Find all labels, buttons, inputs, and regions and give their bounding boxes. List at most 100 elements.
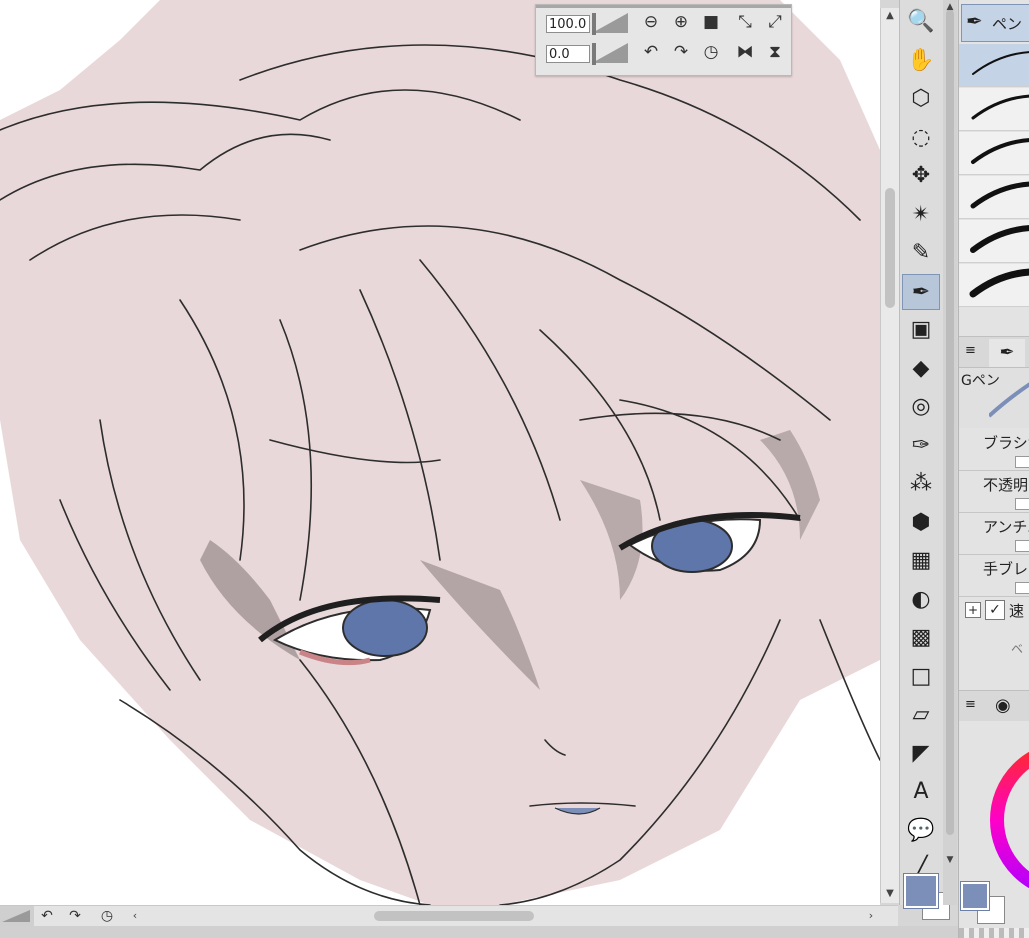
- transparent-color-bar[interactable]: [959, 928, 1029, 938]
- zoom-slider-knob[interactable]: [592, 13, 596, 35]
- brush-preset-row[interactable]: [959, 264, 1029, 307]
- rotate-right-button[interactable]: ↷: [670, 41, 692, 63]
- eyedropper-tool-button[interactable]: ✎: [902, 235, 940, 271]
- tool-palette: 🔍 ✋ ⬡ ◌ ✥ ✴ ✎ ✒ ▣ ◆ ◎ ✑ ⁂ ⬢ ▦ ◐ ▩ □ ▱ ◤ A 💬 ╱: [899, 0, 950, 920]
- color-wheel[interactable]: [989, 740, 1029, 900]
- zoom-tool-icon: 🔍: [907, 9, 935, 34]
- canvas-horizontal-scroll-thumb[interactable]: [374, 911, 534, 921]
- decoration-tool-icon: ⬢: [911, 509, 931, 535]
- balloon-tool-icon: 💬: [907, 817, 935, 843]
- property-divider: [959, 512, 1029, 513]
- pen-tool-icon: ✒: [911, 279, 931, 305]
- drawing-canvas[interactable]: [0, 0, 880, 905]
- rotation-slider-knob[interactable]: [592, 43, 596, 65]
- zoom-in-button[interactable]: ⊕: [670, 11, 692, 33]
- expand-toggle-icon[interactable]: +: [965, 602, 981, 618]
- property-slider[interactable]: [1015, 582, 1029, 594]
- navigator-grip[interactable]: [536, 5, 791, 8]
- scroll-left-arrow-icon[interactable]: ‹: [128, 907, 142, 925]
- property-divider: [959, 554, 1029, 555]
- fit-button[interactable]: ■: [700, 11, 722, 33]
- zoom-tool-button[interactable]: 🔍: [902, 4, 940, 40]
- color-wheel-tab-icon[interactable]: ◉: [995, 695, 1011, 716]
- figure-ruler-tool-button[interactable]: ▦: [902, 543, 940, 579]
- zoom-slider[interactable]: [592, 13, 628, 35]
- undo-icon[interactable]: ↶: [36, 906, 58, 926]
- eraser-tool-button[interactable]: ◆: [902, 351, 940, 387]
- rotation-value-field[interactable]: 0.0: [546, 45, 590, 63]
- brush-preset-row[interactable]: [959, 220, 1029, 263]
- figure-tool-icon: □: [910, 663, 932, 689]
- tool-scroll-down-icon[interactable]: ▼: [943, 855, 957, 865]
- frame-tool-button[interactable]: ▱: [902, 697, 940, 733]
- property-slider[interactable]: [1015, 498, 1029, 510]
- pen-tool-button[interactable]: ✒: [902, 273, 940, 310]
- scroll-right-arrow-icon[interactable]: ›: [864, 907, 878, 925]
- color-panel-menu-icon[interactable]: ≡: [965, 697, 976, 712]
- text-tool-button[interactable]: A: [902, 774, 940, 810]
- rotate-left-button[interactable]: ↶: [640, 41, 662, 63]
- navigator-corner[interactable]: [0, 906, 34, 926]
- ruler-tool-button[interactable]: ◤: [902, 736, 940, 772]
- main-color-swatch[interactable]: [904, 874, 938, 908]
- sub-tool-group-tab[interactable]: ✒ ペン: [961, 4, 1029, 42]
- eraser-tool-icon: ◆: [912, 355, 930, 381]
- property-slider[interactable]: [1015, 456, 1029, 468]
- gradient-tool-button[interactable]: ▩: [902, 620, 940, 656]
- canvas-bottom-bar: ↶ ↷ ◷ ‹ ›: [0, 905, 898, 926]
- figure-tool-button[interactable]: □: [902, 659, 940, 695]
- canvas-vertical-scroll-thumb[interactable]: [885, 188, 895, 308]
- object-tool-icon: ⬡: [911, 86, 931, 111]
- flip-horizontal-button[interactable]: ⧓: [734, 41, 756, 63]
- reset-view-icon[interactable]: ◷: [96, 906, 118, 926]
- fill-tool-icon: ◐: [911, 586, 931, 612]
- hand-tool-button[interactable]: ✋: [902, 43, 940, 79]
- tool-scroll-thumb[interactable]: [946, 10, 954, 835]
- redo-icon[interactable]: ↷: [64, 906, 86, 926]
- move-tool-button[interactable]: ✥: [902, 158, 940, 194]
- brush-preset-row[interactable]: [959, 132, 1029, 175]
- property-slider[interactable]: [1015, 540, 1029, 552]
- reset-rotation-button[interactable]: ◷: [700, 41, 722, 63]
- reference-thumbnail-button[interactable]: ▣: [902, 312, 940, 348]
- rotation-slider[interactable]: [592, 43, 628, 65]
- scroll-up-arrow-icon[interactable]: ▲: [881, 8, 899, 24]
- panel-main-color-swatch[interactable]: [961, 882, 989, 910]
- move-tool-icon: ✥: [911, 163, 931, 188]
- actual-size-button[interactable]: ⤡: [734, 11, 756, 33]
- speed-label: 速: [1009, 602, 1025, 620]
- ruler-tool-icon: ◤: [912, 740, 930, 766]
- fit-window-button[interactable]: ⤢: [764, 11, 786, 33]
- flip-vertical-button[interactable]: ⧗: [764, 41, 786, 63]
- brush-preset-row[interactable]: [959, 176, 1029, 219]
- scroll-down-arrow-icon[interactable]: ▼: [881, 886, 899, 902]
- brush-tool-button[interactable]: ✑: [902, 428, 940, 464]
- airbrush-tool-icon: ⁂: [910, 471, 932, 496]
- decoration-tool-button[interactable]: ⬢: [902, 505, 940, 541]
- lasso-select-tool-icon: ◌: [911, 124, 931, 150]
- lasso-select-tool-button[interactable]: ◌: [902, 120, 940, 156]
- tool-palette-scrollbar[interactable]: ▲ ▼: [943, 0, 957, 905]
- zoom-out-button[interactable]: ⊖: [640, 11, 662, 33]
- auto-select-tool-button[interactable]: ✴: [902, 197, 940, 233]
- canvas-horizontal-scrollbar[interactable]: ‹ ›: [128, 907, 878, 925]
- property-label: 手ブレ: [983, 560, 1029, 578]
- fill-tool-button[interactable]: ◐: [902, 582, 940, 618]
- brush-stroke-preview: [969, 268, 1029, 298]
- panel-menu-icon[interactable]: ≡: [965, 343, 976, 358]
- canvas-vertical-scrollbar[interactable]: ▲ ▼: [880, 8, 899, 903]
- zoom-value-field[interactable]: 100.0: [546, 15, 590, 33]
- property-divider: [959, 596, 1029, 597]
- blend-tool-button[interactable]: ◎: [902, 389, 940, 425]
- brush-preset-row[interactable]: [959, 88, 1029, 131]
- object-tool-button[interactable]: ⬡: [902, 81, 940, 117]
- pen-group-icon: ✒: [966, 9, 983, 33]
- brush-stroke-preview: [970, 181, 1029, 209]
- tool-property-tab-icon[interactable]: ✒: [989, 339, 1025, 367]
- auto-select-tool-icon: ✴: [911, 201, 931, 227]
- navigator-panel: 100.0 0.0 ⊖ ⊕ ■ ⤡ ⤢ ↶ ↷ ◷ ⧓ ⧗: [535, 4, 792, 76]
- brush-preset-row[interactable]: [959, 44, 1029, 87]
- balloon-tool-button[interactable]: 💬: [902, 813, 940, 849]
- airbrush-tool-button[interactable]: ⁂: [902, 466, 940, 502]
- speed-checkbox[interactable]: ✓: [985, 600, 1005, 620]
